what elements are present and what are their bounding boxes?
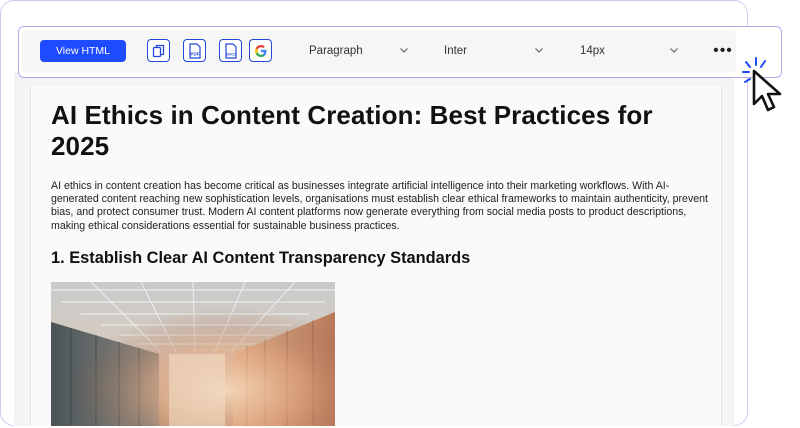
- export-google-docs-button[interactable]: [249, 39, 272, 62]
- document-title[interactable]: AI Ethics in Content Creation: Best Prac…: [51, 100, 691, 162]
- more-icon: •••: [713, 42, 733, 59]
- block-style-value: Paragraph: [309, 45, 363, 57]
- font-family-select[interactable]: Inter: [444, 40, 550, 62]
- document-page[interactable]: AI Ethics in Content Creation: Best Prac…: [30, 86, 722, 426]
- chevron-down-icon: [400, 48, 408, 53]
- pdf-file-icon: PDF: [188, 42, 201, 59]
- copy-icon: [152, 44, 165, 57]
- chevron-down-icon: [535, 48, 543, 53]
- docx-badge: DOCX: [225, 51, 237, 56]
- export-docx-button[interactable]: DOCX: [219, 39, 242, 62]
- chevron-down-icon: [670, 48, 678, 53]
- copy-button[interactable]: [147, 39, 170, 62]
- section-heading[interactable]: 1. Establish Clear AI Content Transparen…: [51, 248, 470, 268]
- font-size-value: 14px: [580, 45, 605, 57]
- mouse-pointer-icon: [742, 57, 782, 112]
- block-style-select[interactable]: Paragraph: [309, 40, 415, 62]
- corridor-image: [51, 282, 335, 426]
- more-options-button[interactable]: •••: [712, 40, 734, 62]
- font-size-select[interactable]: 14px: [580, 40, 686, 62]
- docx-file-icon: DOCX: [225, 42, 237, 59]
- font-family-value: Inter: [444, 45, 468, 57]
- view-html-button[interactable]: View HTML: [40, 40, 126, 62]
- google-icon: [254, 44, 267, 57]
- export-pdf-button[interactable]: PDF: [183, 39, 206, 62]
- intro-paragraph[interactable]: AI ethics in content creation has become…: [51, 180, 711, 233]
- hero-image[interactable]: [51, 282, 335, 426]
- pdf-badge: PDF: [190, 51, 199, 56]
